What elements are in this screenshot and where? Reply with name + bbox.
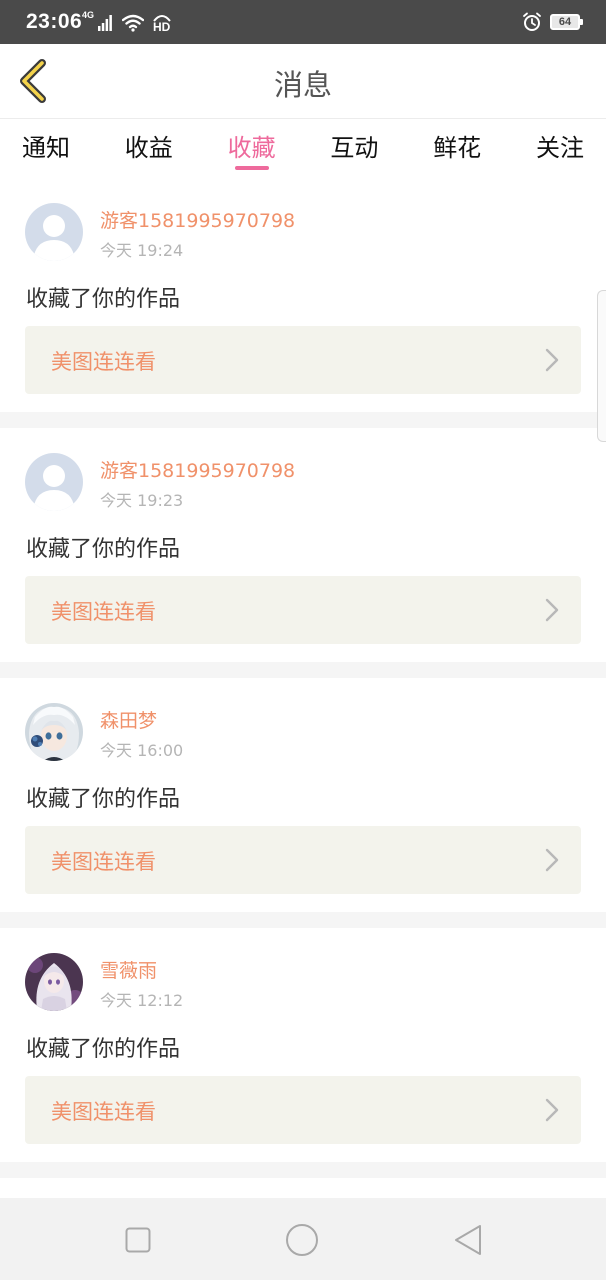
avatar[interactable] [25,953,83,1011]
signal-icon [98,15,112,31]
chevron-right-icon [545,1098,559,1122]
default-avatar-icon [25,203,83,261]
battery-level: 64 [558,16,572,28]
status-time: 23:06 [26,10,83,33]
list-item: 雪薇雨 今天 12:12 收藏了你的作品 美图连连看 [0,928,606,1162]
list-item: 游客1581995970798 今天 19:24 收藏了你的作品 美图连连看 [0,178,606,412]
username[interactable]: 游客1581995970798 [100,456,295,483]
action-text: 收藏了你的作品 [26,287,181,312]
action-text: 收藏了你的作品 [26,1037,181,1062]
chevron-right-icon [545,598,559,622]
status-bar: 23:06 4G HD 64 [0,0,606,44]
tab-flowers[interactable]: 鲜花 [433,118,481,178]
divider [0,662,606,678]
divider [0,912,606,928]
list-item: 森田梦 今天 16:00 收藏了你的作品 美图连连看 [0,678,606,912]
status-right-icons: 64 [522,12,583,32]
username[interactable]: 游客1581995970798 [100,206,295,233]
username[interactable]: 雪薇雨 [100,956,157,983]
recent-apps-button[interactable] [120,1222,156,1258]
list-item: 游客1581995970798 今天 19:23 收藏了你的作品 美图连连看 [0,428,606,662]
system-navigation-bar [0,1198,606,1280]
page-title: 消息 [273,68,332,102]
home-button[interactable] [284,1222,320,1258]
anime-avatar-icon [25,703,83,761]
hd-icon: HD [152,12,172,34]
chevron-right-icon [545,348,559,372]
square-icon [125,1227,151,1253]
avatar[interactable] [25,203,83,261]
edge-scroll-handle[interactable] [597,290,606,442]
chevron-right-icon [545,848,559,872]
anime-avatar-icon [25,953,83,1011]
work-title: 美图连连看 [51,350,156,374]
alarm-icon [523,12,541,31]
hd-label: HD [153,20,171,34]
work-title: 美图连连看 [51,1100,156,1124]
avatar[interactable] [25,453,83,511]
timestamp: 今天 16:00 [100,741,184,760]
work-link[interactable]: 美图连连看 [25,826,581,894]
divider [0,412,606,428]
work-link[interactable]: 美图连连看 [25,576,581,644]
work-link[interactable]: 美图连连看 [25,1076,581,1144]
tab-bar: 通知 收益 收藏 互动 鲜花 关注 [0,118,606,178]
tab-notifications[interactable]: 通知 [22,118,70,178]
tab-earnings[interactable]: 收益 [125,118,173,178]
work-link[interactable]: 美图连连看 [25,326,581,394]
circle-icon [286,1224,318,1256]
divider [0,1162,606,1178]
timestamp: 今天 19:24 [100,241,184,260]
network-label: 4G [82,10,95,20]
tab-follows[interactable]: 关注 [536,118,584,178]
back-system-button[interactable] [450,1222,486,1258]
timestamp: 今天 12:12 [100,991,184,1010]
tab-interactions[interactable]: 互动 [330,118,378,178]
wifi-icon [122,14,145,32]
notification-list: 游客1581995970798 今天 19:24 收藏了你的作品 美图连连看 游… [0,178,606,1178]
battery-icon: 64 [550,14,583,30]
timestamp: 今天 19:23 [100,491,184,510]
avatar[interactable] [25,703,83,761]
action-text: 收藏了你的作品 [26,537,181,562]
default-avatar-icon [25,453,83,511]
triangle-back-icon [455,1225,481,1255]
work-title: 美图连连看 [51,850,156,874]
action-text: 收藏了你的作品 [26,787,181,812]
nav-bar: 消息 [0,44,606,119]
work-title: 美图连连看 [51,600,156,624]
tab-favorites[interactable]: 收藏 [228,118,276,178]
status-left-icons: 4G HD [82,10,172,34]
username[interactable]: 森田梦 [100,706,157,733]
